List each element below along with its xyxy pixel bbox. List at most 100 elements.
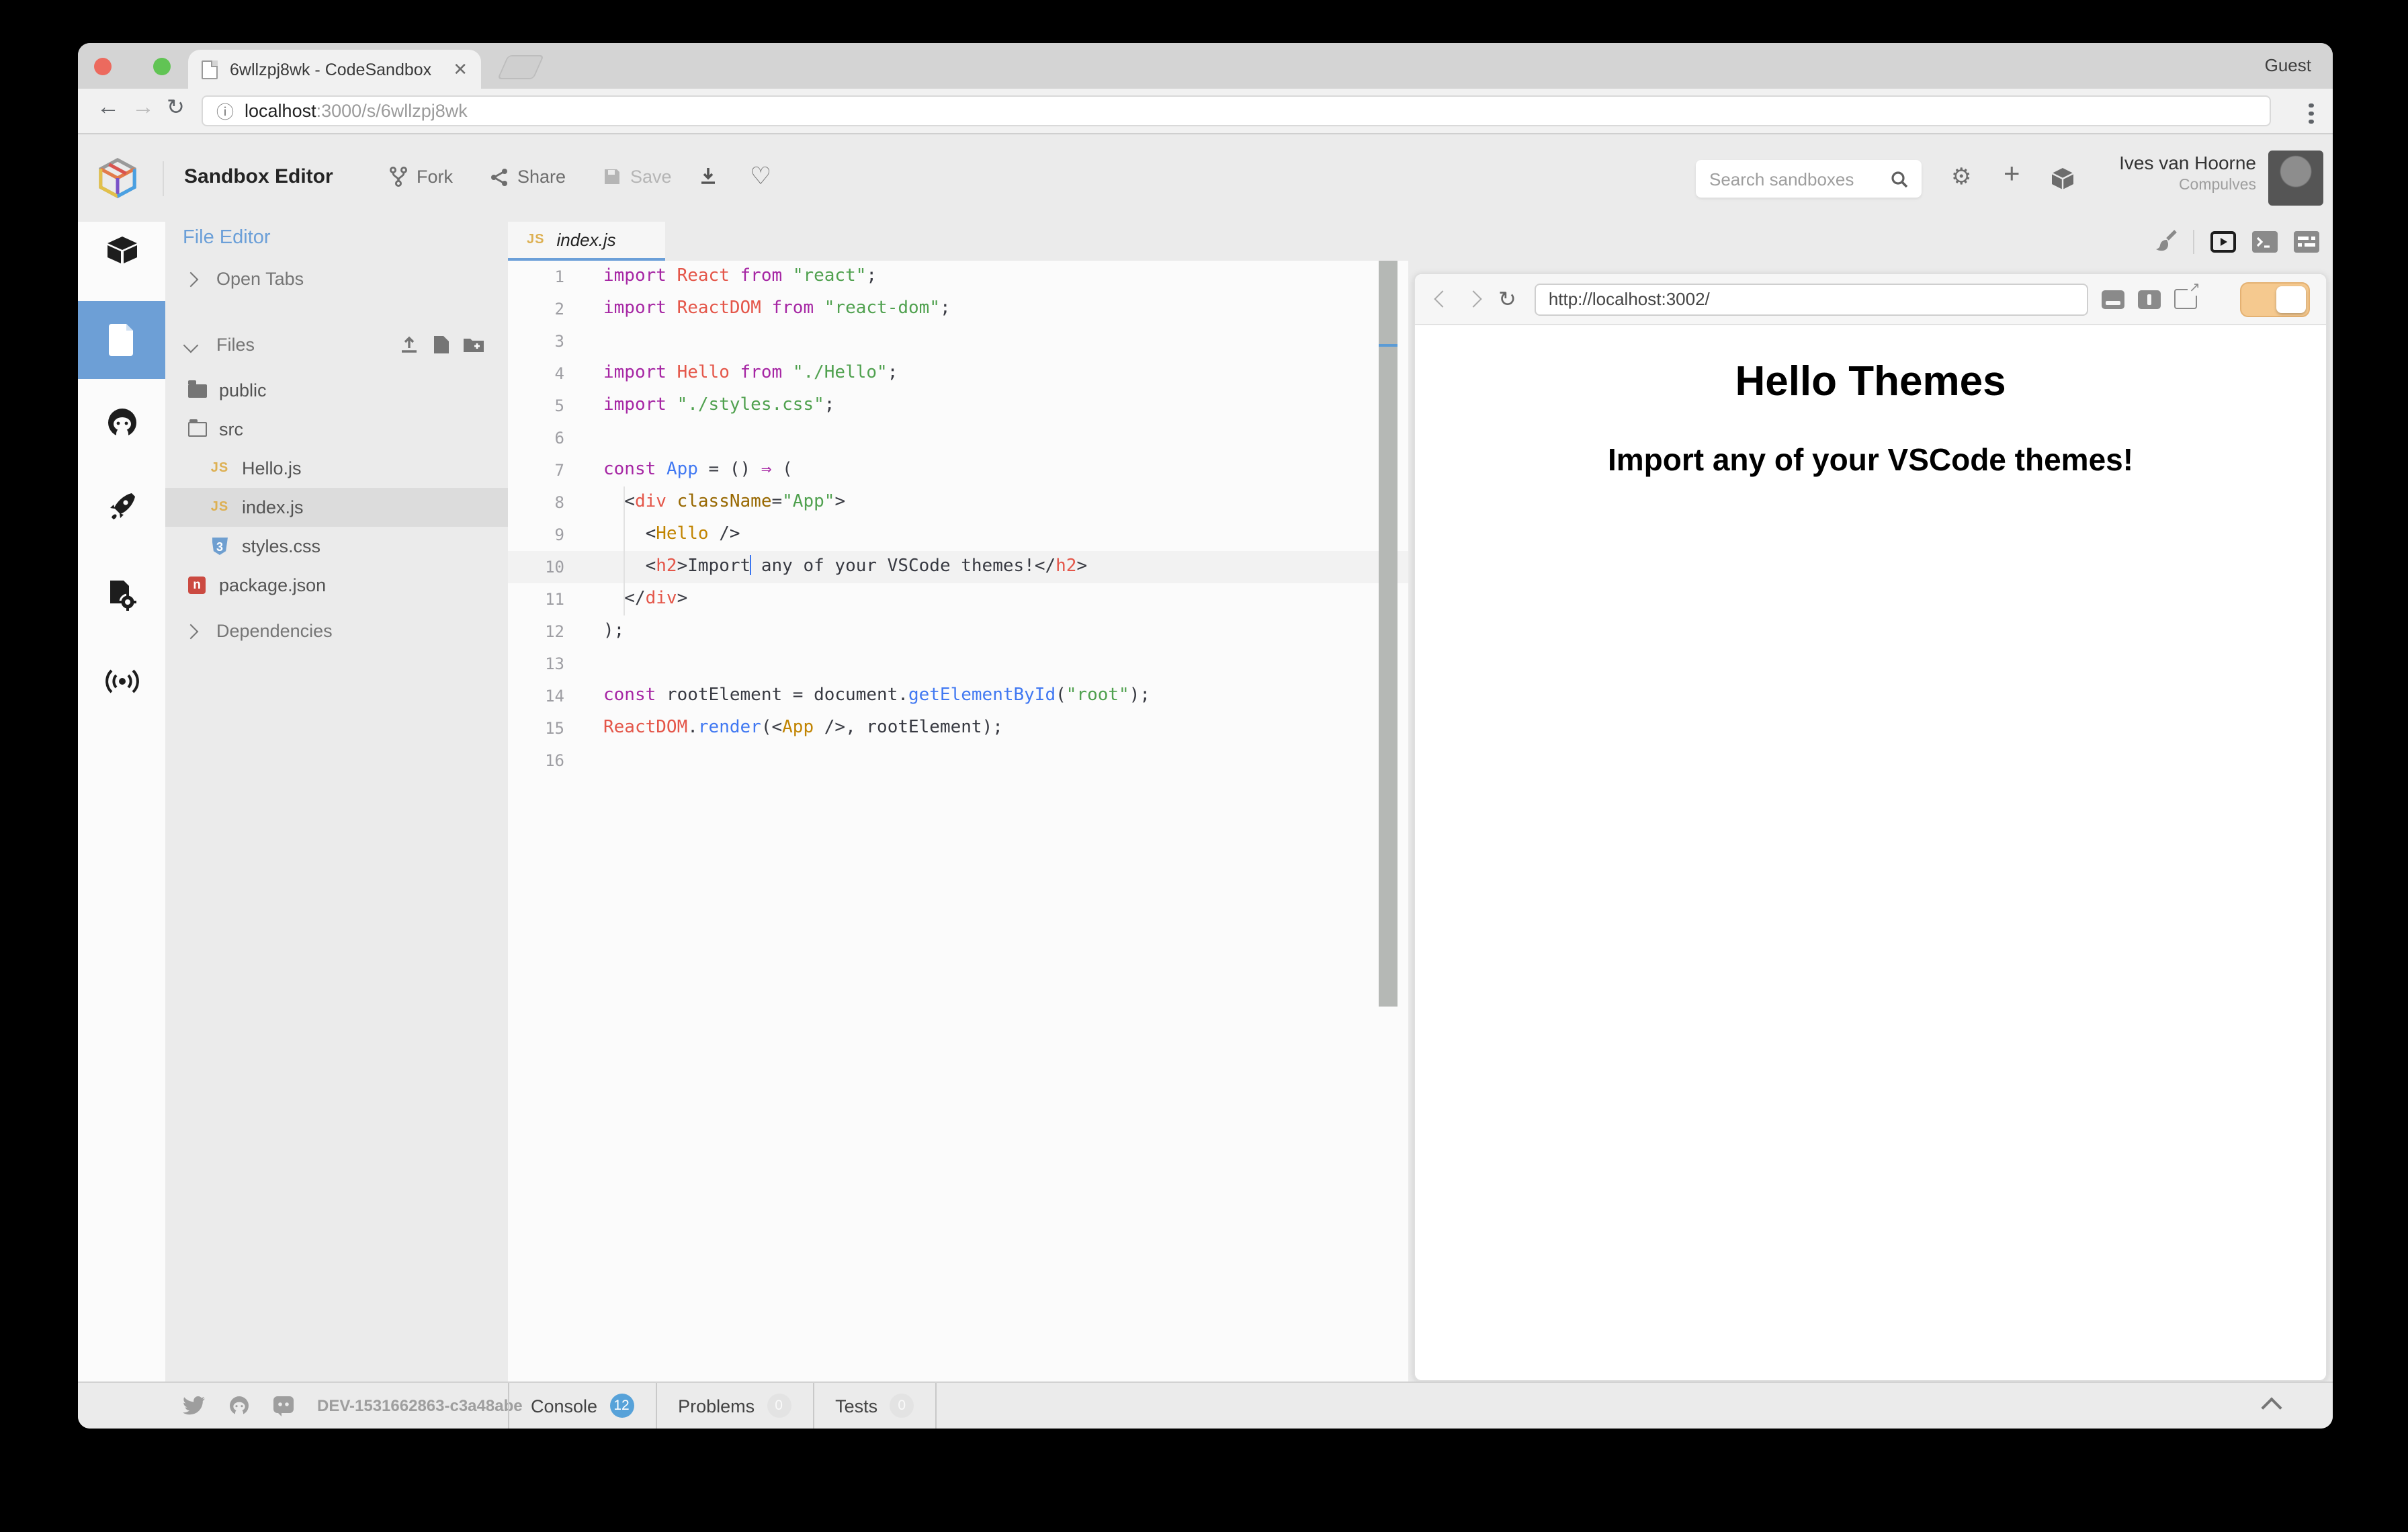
editor-layout-icon[interactable] <box>2294 230 2319 252</box>
code-line-5[interactable]: 5import "./styles.css"; <box>508 390 1408 422</box>
code-line-10[interactable]: 10 <h2>Import any of your VSCode themes!… <box>508 551 1408 583</box>
file-name: styles.css <box>242 536 320 556</box>
code-area[interactable]: 1import React from "react";2import React… <box>508 261 1408 1381</box>
line-number: 2 <box>508 293 564 325</box>
chevron-up-icon[interactable] <box>2261 1397 2282 1418</box>
close-tab-icon[interactable]: ✕ <box>453 58 468 80</box>
search-sandboxes-input[interactable]: Search sandboxes <box>1696 160 1922 198</box>
code-line-7[interactable]: 7const App = () ⇒ ( <box>508 454 1408 486</box>
open-in-new-window-icon[interactable] <box>2175 289 2198 309</box>
user-info[interactable]: Ives van Hoorne Compulves <box>2119 152 2256 194</box>
new-sandbox-plus-icon[interactable]: + <box>2004 159 2020 191</box>
tree-item-styles-css[interactable]: 3 styles.css <box>165 527 508 566</box>
new-file-icon[interactable] <box>433 336 449 353</box>
sandbox-cube-icon[interactable] <box>2051 167 2075 191</box>
codesandbox-logo[interactable] <box>97 157 138 199</box>
discord-icon[interactable] <box>273 1395 294 1416</box>
tree-item-package-json[interactable]: npackage.json <box>165 566 508 605</box>
preview-toggle-icon[interactable] <box>2210 230 2236 252</box>
code-line-11[interactable]: 11 </div> <box>508 583 1408 615</box>
browser-tab[interactable]: 6wllzpj8wk - CodeSandbox ✕ <box>188 50 481 89</box>
split-bottom-icon[interactable] <box>2102 290 2125 308</box>
zoom-window-button[interactable] <box>153 58 171 75</box>
screenshot-stage: 6wllzpj8wk - CodeSandbox ✕ Guest ← → ↻ ⓘ… <box>0 0 2408 1532</box>
line-number: 14 <box>508 680 564 712</box>
browser-back-icon[interactable]: ← <box>97 94 120 121</box>
line-number: 7 <box>508 454 564 486</box>
preview-address-bar[interactable]: http://localhost:3002/ <box>1535 283 2089 315</box>
split-right-icon[interactable] <box>2139 290 2161 308</box>
code-line-16[interactable]: 16 <box>508 744 1408 777</box>
like-button[interactable]: ♡ <box>750 163 771 191</box>
address-bar[interactable]: ⓘ localhost:3000/s/6wllzpj8wk <box>202 95 2271 126</box>
live-preview-toggle[interactable] <box>2240 282 2310 316</box>
twitter-icon[interactable] <box>183 1396 206 1415</box>
sidebar-item-file-editor[interactable] <box>78 301 165 379</box>
tab-problems[interactable]: Problems0 <box>656 1383 814 1429</box>
tab-label: Tests <box>835 1396 877 1416</box>
tab-index-js[interactable]: JS index.js <box>508 222 665 261</box>
info-icon[interactable]: ⓘ <box>216 98 234 124</box>
close-window-button[interactable] <box>94 58 112 75</box>
tab-console[interactable]: Console12 <box>508 1383 656 1429</box>
tree-item-public[interactable]: public <box>165 371 508 410</box>
code-line-13[interactable]: 13 <box>508 648 1408 680</box>
share-button[interactable]: Share <box>490 167 566 187</box>
code-line-3[interactable]: 3 <box>508 325 1408 357</box>
save-button[interactable]: Save <box>603 167 672 187</box>
folder-icon <box>187 384 206 397</box>
code-line-4[interactable]: 4import Hello from "./Hello"; <box>508 357 1408 390</box>
new-folder-icon[interactable] <box>464 336 484 352</box>
upload-icon[interactable] <box>400 336 418 353</box>
code-line-8[interactable]: 8 <div className="App"> <box>508 486 1408 519</box>
avatar[interactable] <box>2268 151 2323 206</box>
new-tab-button[interactable] <box>497 55 544 79</box>
preview-forward-icon[interactable] <box>1465 290 1481 307</box>
github-footer-icon[interactable] <box>228 1395 250 1416</box>
heart-icon: ♡ <box>750 163 771 191</box>
chevron-down-icon <box>183 337 199 353</box>
code-line-2[interactable]: 2import ReactDOM from "react-dom"; <box>508 293 1408 325</box>
section-files[interactable]: Files <box>165 325 508 364</box>
browser-refresh-icon[interactable]: ↻ <box>167 94 185 121</box>
sidebar-item-sandbox-settings[interactable] <box>78 556 165 634</box>
tree-item-src[interactable]: src <box>165 410 508 449</box>
js-file-icon: JS <box>527 232 544 247</box>
download-button[interactable] <box>699 167 718 185</box>
code-line-6[interactable]: 6 <box>508 422 1408 454</box>
sidebar-item-github[interactable] <box>78 383 165 461</box>
sidebar-item-deployment[interactable] <box>78 468 165 546</box>
preferences-gear-icon[interactable]: ⚙ <box>1951 164 1972 191</box>
tree-item-index-js[interactable]: JSindex.js <box>165 488 508 527</box>
workspace-title[interactable]: File Editor <box>183 227 271 249</box>
minimize-window-button[interactable] <box>78 58 95 75</box>
code-line-14[interactable]: 14const rootElement = document.getElemen… <box>508 680 1408 712</box>
editor-scrollbar[interactable] <box>1379 261 1398 1007</box>
preview-browser: ↻ http://localhost:3002/ Hello Themes Im… <box>1414 273 2327 1381</box>
code-line-12[interactable]: 12); <box>508 615 1408 648</box>
preview-back-icon[interactable] <box>1434 290 1451 307</box>
indent-guide <box>624 486 625 615</box>
user-team: Compulves <box>2119 177 2256 194</box>
line-number: 5 <box>508 390 564 422</box>
section-dependencies[interactable]: Dependencies <box>165 611 508 650</box>
console-toggle-icon[interactable] <box>2252 230 2278 252</box>
code-line-9[interactable]: 9 <Hello /> <box>508 519 1408 551</box>
js-file-icon: JS <box>211 500 228 515</box>
fork-button[interactable]: Fork <box>390 167 453 187</box>
code-line-1[interactable]: 1import React from "react"; <box>508 261 1408 293</box>
js-file-icon: JS <box>211 461 228 476</box>
tree-item-hello-js[interactable]: JSHello.js <box>165 449 508 488</box>
browser-forward-icon[interactable]: → <box>132 94 155 121</box>
browser-menu-icon[interactable] <box>2309 99 2314 127</box>
sidebar-item-project[interactable] <box>78 211 165 289</box>
console-tabs: Console12Problems0Tests0 <box>508 1383 937 1429</box>
code-line-15[interactable]: 15ReactDOM.render(<App />, rootElement); <box>508 712 1408 744</box>
css-file-icon: 3 <box>212 538 228 555</box>
sidebar-item-live[interactable] <box>78 642 165 720</box>
tab-tests[interactable]: Tests0 <box>814 1383 937 1429</box>
save-icon <box>603 168 621 185</box>
preview-refresh-icon[interactable]: ↻ <box>1498 286 1516 312</box>
section-open-tabs[interactable]: Open Tabs <box>165 259 508 298</box>
prettier-brush-icon[interactable] <box>2154 230 2177 253</box>
